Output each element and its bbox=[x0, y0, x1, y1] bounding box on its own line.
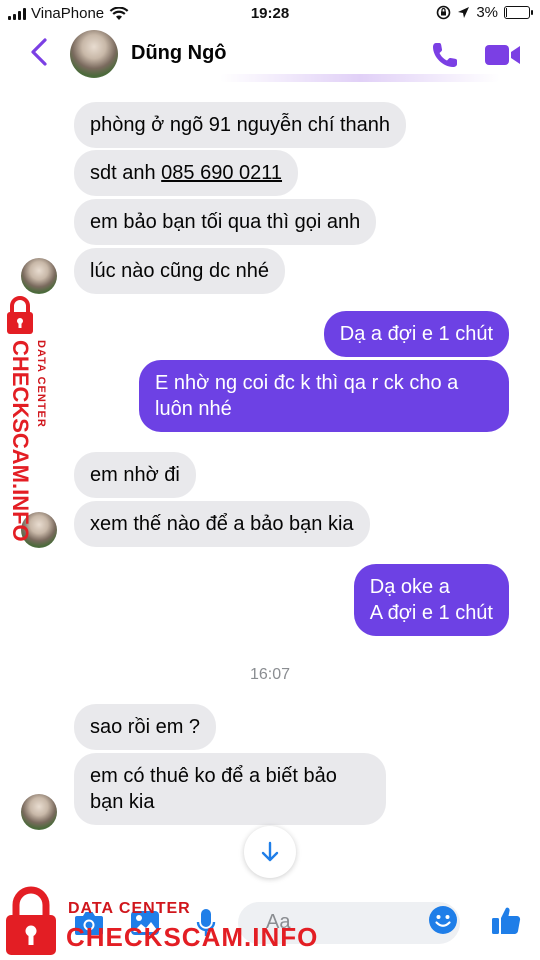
message-incoming[interactable]: lúc nào cũng dc nhé bbox=[74, 248, 286, 294]
emoji-icon[interactable] bbox=[428, 905, 458, 935]
message-incoming[interactable]: phòng ở ngõ 91 nguyễn chí thanh bbox=[74, 102, 407, 148]
message-outgoing[interactable]: E nhờ ng coi đc k thì qa r ck cho a luôn… bbox=[139, 360, 509, 432]
watermark-subtitle: DATA CENTER bbox=[35, 340, 47, 428]
message-timestamp: 16:07 bbox=[249, 666, 291, 683]
contact-name[interactable]: Dũng Ngô bbox=[131, 42, 227, 65]
message-incoming[interactable]: xem thế nào để a bảo bạn kia bbox=[74, 501, 370, 547]
sender-avatar[interactable] bbox=[21, 258, 57, 294]
message-text: sdt anh bbox=[90, 162, 162, 184]
battery-percent: 3% bbox=[476, 4, 498, 21]
message-line: A đợi e 1 chút bbox=[369, 602, 493, 624]
message-outgoing[interactable]: Dạ oke a A đợi e 1 chút bbox=[353, 564, 509, 636]
thumbs-up-icon[interactable] bbox=[490, 904, 522, 936]
message-outgoing[interactable]: Dạ a đợi e 1 chút bbox=[323, 311, 509, 357]
orientation-lock-icon bbox=[437, 5, 451, 20]
padlock-logo-icon bbox=[7, 296, 33, 334]
sender-avatar[interactable] bbox=[21, 794, 57, 830]
message-incoming[interactable]: em bảo bạn tối qua thì gọi anh bbox=[74, 199, 377, 245]
message-line: Dạ oke a bbox=[369, 576, 450, 598]
video-camera-icon[interactable] bbox=[484, 42, 522, 68]
watermark-title: CHECKSCAM.INFO bbox=[8, 340, 33, 542]
status-bar: VinaPhone 19:28 3% bbox=[0, 0, 540, 26]
phone-icon[interactable] bbox=[430, 40, 460, 70]
battery-fill bbox=[506, 8, 507, 17]
header-divider bbox=[220, 74, 500, 82]
contact-avatar[interactable] bbox=[70, 30, 118, 78]
message-incoming[interactable]: sao rồi em ? bbox=[74, 704, 217, 750]
location-arrow-icon bbox=[458, 7, 470, 18]
message-incoming[interactable]: em nhờ đi bbox=[74, 452, 196, 498]
watermark-subtitle: DATA CENTER bbox=[68, 900, 191, 917]
phone-number-link[interactable]: 085 690 0211 bbox=[161, 162, 282, 184]
status-right: 3% bbox=[436, 4, 533, 21]
back-chevron-icon[interactable] bbox=[26, 36, 52, 68]
scroll-to-bottom-button[interactable] bbox=[244, 826, 296, 878]
watermark-bottom: DATA CENTER CHECKSCAM.INFO bbox=[4, 886, 334, 960]
message-incoming[interactable]: em có thuê ko để a biết bảo bạn kia bbox=[74, 753, 386, 825]
arrow-down-icon bbox=[261, 841, 279, 862]
battery-icon bbox=[504, 6, 533, 19]
watermark-side: DATA CENTER CHECKSCAM.INFO bbox=[3, 290, 49, 550]
message-incoming[interactable]: sdt anh 085 690 0211 bbox=[74, 150, 299, 196]
padlock-logo-icon bbox=[6, 886, 56, 955]
watermark-title: CHECKSCAM.INFO bbox=[66, 922, 319, 952]
